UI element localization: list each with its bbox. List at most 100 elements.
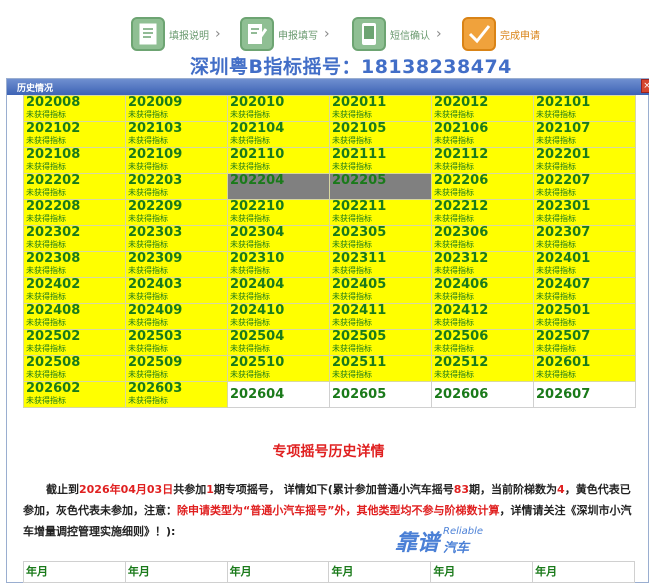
special-lottery-summary: 截止到2026年04月03日共参加1期专项摇号， 详情如下(累计参加普通小汽车摇… — [23, 479, 635, 542]
period-number: 202106 — [434, 121, 489, 136]
period-result: 未获得指标 — [128, 188, 168, 197]
period-result: 未获得指标 — [536, 370, 576, 379]
period-result: 未获得指标 — [332, 162, 372, 171]
period-cell: 202508 未获得指标 — [23, 355, 126, 382]
period-result: 未获得指标 — [536, 110, 576, 119]
period-result: 未获得指标 — [128, 110, 168, 119]
period-cell: 202501 未获得指标 — [533, 303, 636, 330]
grid-row: 202108 未获得指标 202109 未获得指标 202110 未获得指标 202111 未… — [23, 147, 636, 174]
period-cell: 202206 未获得指标 — [431, 173, 534, 200]
period-result: 未获得指标 — [434, 370, 474, 379]
special-lottery-title: 专项摇号历史详情 — [272, 444, 385, 460]
period-result: 未获得指标 — [26, 344, 66, 353]
period-result: 未获得指标 — [230, 370, 270, 379]
period-number: 202507 — [536, 329, 591, 344]
period-result: 未获得指标 — [332, 136, 372, 145]
grid-row: 202308 未获得指标 202309 未获得指标 202310 未获得指标 202311 未… — [23, 251, 636, 278]
step-label: 填报说明 — [169, 30, 209, 42]
period-cell: 202410 未获得指标 — [227, 303, 330, 330]
period-number: 202606 — [434, 387, 489, 402]
period-result: 未获得指标 — [26, 214, 66, 223]
period-cell: 202106 未获得指标 — [431, 121, 534, 148]
document-icon — [131, 17, 165, 51]
period-cell: 202303 未获得指标 — [125, 225, 228, 252]
period-number: 202207 — [536, 173, 591, 188]
grid-row: 202302 未获得指标 202303 未获得指标 202304 未获得指标 202305 未… — [23, 225, 636, 252]
period-result: 未获得指标 — [434, 240, 474, 249]
chevron-right-icon: › — [324, 26, 330, 42]
summary-text: 2026年04月03日 — [78, 483, 174, 496]
period-number: 202205 — [332, 173, 387, 188]
period-cell: 202105 未获得指标 — [329, 121, 432, 148]
period-cell: 202101 未获得指标 — [533, 95, 636, 122]
period-number: 202402 — [26, 277, 81, 292]
period-result: 未获得指标 — [434, 214, 474, 223]
period-result: 未获得指标 — [434, 136, 474, 145]
period-cell: 202412 未获得指标 — [431, 303, 534, 330]
period-number: 202502 — [26, 329, 81, 344]
column-header-year-month: 年月 — [226, 561, 330, 583]
period-result: 未获得指标 — [536, 318, 576, 327]
period-cell: 202012 未获得指标 — [431, 95, 534, 122]
summary-text: 除申请类型为“普通小汽车摇号”外，其他类型均不参与阶梯数计算 — [177, 504, 500, 517]
brand-en-bottom: 汽车 — [443, 541, 470, 556]
grid-row: 202102 未获得指标 202103 未获得指标 202104 未获得指标 202105 未… — [23, 121, 636, 148]
period-number: 202511 — [332, 355, 387, 370]
period-number: 202506 — [434, 329, 489, 344]
period-number: 202602 — [26, 381, 81, 396]
period-result: 未获得指标 — [128, 162, 168, 171]
period-result: 未获得指标 — [26, 318, 66, 327]
period-result: 未获得指标 — [536, 162, 576, 171]
period-number: 202011 — [332, 95, 387, 110]
brand-tagline: Reliable 汽车 — [443, 526, 483, 556]
period-number: 202512 — [434, 355, 489, 370]
period-number: 202406 — [434, 277, 489, 292]
period-number: 202201 — [536, 147, 591, 162]
period-cell: 202103 未获得指标 — [125, 121, 228, 148]
period-cell: 202107 未获得指标 — [533, 121, 636, 148]
period-cell: 202505 未获得指标 — [329, 329, 432, 356]
period-cell: 202312 未获得指标 — [431, 251, 534, 278]
period-cell: 202209 未获得指标 — [125, 199, 228, 226]
period-cell: 202201 未获得指标 — [533, 147, 636, 174]
brand-en-top: Reliable — [443, 526, 484, 537]
period-number: 202112 — [434, 147, 489, 162]
period-result: 未获得指标 — [128, 344, 168, 353]
period-result: 未获得指标 — [536, 266, 576, 275]
period-number: 202111 — [332, 147, 387, 162]
period-number: 202307 — [536, 225, 591, 240]
period-result: 未获得指标 — [230, 240, 270, 249]
grid-row: 202508 未获得指标 202509 未获得指标 202510 未获得指标 202511 未… — [23, 355, 636, 382]
period-result: 未获得指标 — [26, 396, 66, 405]
summary-text: 截止到 — [45, 483, 79, 496]
period-cell: 202310 未获得指标 — [227, 251, 330, 278]
period-cell: 202109 未获得指标 — [125, 147, 228, 174]
history-dialog: 历史情况 × 202008 未获得指标 202009 未获得指标 202010 未获得指标… — [6, 78, 649, 583]
period-number: 202206 — [434, 173, 489, 188]
period-cell: 202210 未获得指标 — [227, 199, 330, 226]
step-label: 申报填写 — [278, 30, 318, 42]
period-cell: 202305 未获得指标 — [329, 225, 432, 252]
period-result: 未获得指标 — [434, 110, 474, 119]
column-header-year-month: 年月 — [532, 561, 635, 583]
grid-row: 202408 未获得指标 202409 未获得指标 202410 未获得指标 202411 未… — [23, 303, 636, 330]
period-result: 未获得指标 — [332, 370, 372, 379]
period-number: 202503 — [128, 329, 183, 344]
period-cell: 202509 未获得指标 — [125, 355, 228, 382]
period-result: 未获得指标 — [128, 240, 168, 249]
period-result: 未获得指标 — [26, 110, 66, 119]
period-number: 202209 — [128, 199, 183, 214]
period-result: 未获得指标 — [434, 188, 474, 197]
dialog-titlebar[interactable]: 历史情况 × — [7, 79, 649, 95]
period-result: 未获得指标 — [230, 214, 270, 223]
period-cell: 202411 未获得指标 — [329, 303, 432, 330]
period-number: 202309 — [128, 251, 183, 266]
period-number: 202407 — [536, 277, 591, 292]
close-button[interactable]: × — [641, 79, 649, 93]
period-cell: 202605 — [329, 381, 432, 408]
period-number: 202607 — [536, 387, 591, 402]
period-result: 未获得指标 — [434, 344, 474, 353]
period-cell: 202211 未获得指标 — [329, 199, 432, 226]
grid-row: 202502 未获得指标 202503 未获得指标 202504 未获得指标 202505 未… — [23, 329, 636, 356]
step-fill-instructions: 填报说明 › — [131, 14, 221, 54]
